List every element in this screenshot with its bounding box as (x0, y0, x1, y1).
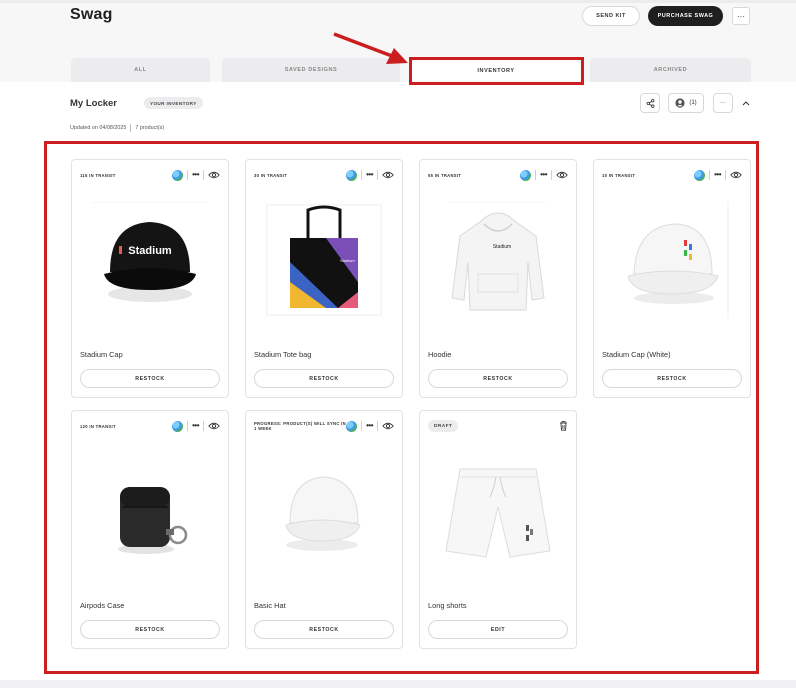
annotation-arrow-icon (333, 32, 408, 64)
page-title: Swag (70, 6, 113, 23)
divider (187, 170, 189, 180)
globe-icon (346, 169, 358, 181)
meta-divider (130, 124, 132, 132)
more-icon[interactable]: ••• (366, 171, 373, 179)
product-name: Long shorts (428, 601, 467, 610)
chevron-up-icon (742, 101, 750, 106)
globe-icon (520, 169, 532, 181)
share-button[interactable] (640, 93, 660, 113)
divider (187, 421, 189, 431)
globe-icon (172, 169, 184, 181)
white-cap-icon (614, 202, 730, 318)
product-name: Hoodie (428, 350, 452, 359)
transit-status: 10 IN TRANSIT (602, 172, 636, 178)
divider (535, 170, 537, 180)
product-card[interactable]: 30 IN TRANSIT ••• Stadium Stadium Tote b… (245, 159, 403, 398)
updated-date: Updated on 04/08/2025 (70, 125, 127, 131)
eye-icon[interactable] (730, 171, 742, 179)
tab-all[interactable]: ALL (71, 58, 210, 82)
collapse-button[interactable] (740, 97, 752, 109)
locker-more-button[interactable]: ··· (713, 93, 733, 113)
eye-icon[interactable] (208, 171, 220, 179)
product-card[interactable]: 115 IN TRANSIT ••• Stadium Stadium Cap R… (71, 159, 229, 398)
draft-badge: DRAFT (428, 420, 459, 432)
restock-button[interactable]: RESTOCK (80, 620, 220, 639)
transit-status: 115 IN TRANSIT (80, 172, 116, 178)
user-icon (675, 98, 685, 108)
product-card[interactable]: DRAFT Long shorts EDIT (419, 410, 577, 649)
divider (203, 170, 204, 180)
edit-button[interactable]: EDIT (428, 620, 568, 639)
divider (725, 170, 726, 180)
product-name: Stadium Tote bag (254, 350, 312, 359)
bottom-divider (0, 680, 796, 688)
more-icon[interactable]: ••• (192, 422, 199, 430)
more-icon[interactable]: ••• (192, 171, 199, 179)
svg-text:Stadium: Stadium (340, 258, 355, 263)
divider (377, 170, 378, 180)
purchase-swag-button[interactable]: PURCHASE SWAG (648, 6, 723, 26)
shorts-icon (440, 453, 556, 569)
locker-meta: Updated on 04/08/2025 7 product(s) (70, 124, 164, 132)
product-name: Basic Hat (254, 601, 286, 610)
tab-archived[interactable]: ARCHIVED (590, 58, 751, 82)
hoodie-icon: Stadium (440, 202, 556, 318)
share-icon (646, 98, 654, 108)
eye-icon[interactable] (382, 171, 394, 179)
more-icon[interactable]: ••• (540, 171, 547, 179)
transit-status: 55 IN TRANSIT (428, 172, 462, 178)
divider (203, 421, 204, 431)
eye-icon[interactable] (208, 422, 220, 430)
divider (551, 170, 552, 180)
product-name: Stadium Cap (80, 350, 123, 359)
product-card[interactable]: 10 IN TRANSIT ••• Stadium Cap (White) RE… (593, 159, 751, 398)
eye-icon[interactable] (556, 171, 568, 179)
tote-bag-icon: Stadium (266, 202, 382, 318)
divider (361, 421, 363, 431)
members-count: (1) (689, 100, 697, 106)
product-card[interactable]: 55 IN TRANSIT ••• Stadium Hoodie RESTOCK (419, 159, 577, 398)
divider (361, 170, 363, 180)
locker-badge: YOUR INVENTORY (144, 97, 203, 109)
restock-button[interactable]: RESTOCK (254, 369, 394, 388)
annotation-highlight-tab (409, 57, 584, 85)
more-icon[interactable]: ••• (714, 171, 721, 179)
globe-icon (694, 169, 706, 181)
trash-icon[interactable] (559, 421, 568, 431)
airpods-case-icon (92, 453, 208, 569)
transit-status: PROGRESS: PRODUCT(S) WILL SYNC IN 1 WEEK (254, 421, 346, 431)
eye-icon[interactable] (382, 422, 394, 430)
basic-hat-icon (266, 453, 382, 569)
restock-button[interactable]: RESTOCK (428, 369, 568, 388)
members-button[interactable]: (1) (668, 93, 704, 113)
top-divider (0, 0, 796, 3)
product-card[interactable]: PROGRESS: PRODUCT(S) WILL SYNC IN 1 WEEK… (245, 410, 403, 649)
restock-button[interactable]: RESTOCK (80, 369, 220, 388)
svg-text:Stadium: Stadium (128, 245, 172, 257)
black-cap-icon: Stadium (92, 202, 208, 318)
locker-title: My Locker (70, 98, 117, 109)
product-name: Airpods Case (80, 601, 125, 610)
transit-status: 30 IN TRANSIT (254, 172, 288, 178)
restock-button[interactable]: RESTOCK (254, 620, 394, 639)
more-icon[interactable]: ••• (366, 422, 373, 430)
product-name: Stadium Cap (White) (602, 350, 671, 359)
svg-text:Stadium: Stadium (493, 244, 511, 250)
divider (709, 170, 711, 180)
header-more-button[interactable]: ··· (732, 7, 750, 25)
globe-icon (172, 420, 184, 432)
send-kit-button[interactable]: SEND KIT (582, 6, 640, 26)
product-count: 7 product(s) (135, 125, 165, 131)
divider (377, 421, 378, 431)
globe-icon (346, 420, 358, 432)
restock-button[interactable]: RESTOCK (602, 369, 742, 388)
product-card[interactable]: 120 IN TRANSIT ••• Airpods Case RESTOCK (71, 410, 229, 649)
transit-status: 120 IN TRANSIT (80, 423, 116, 429)
